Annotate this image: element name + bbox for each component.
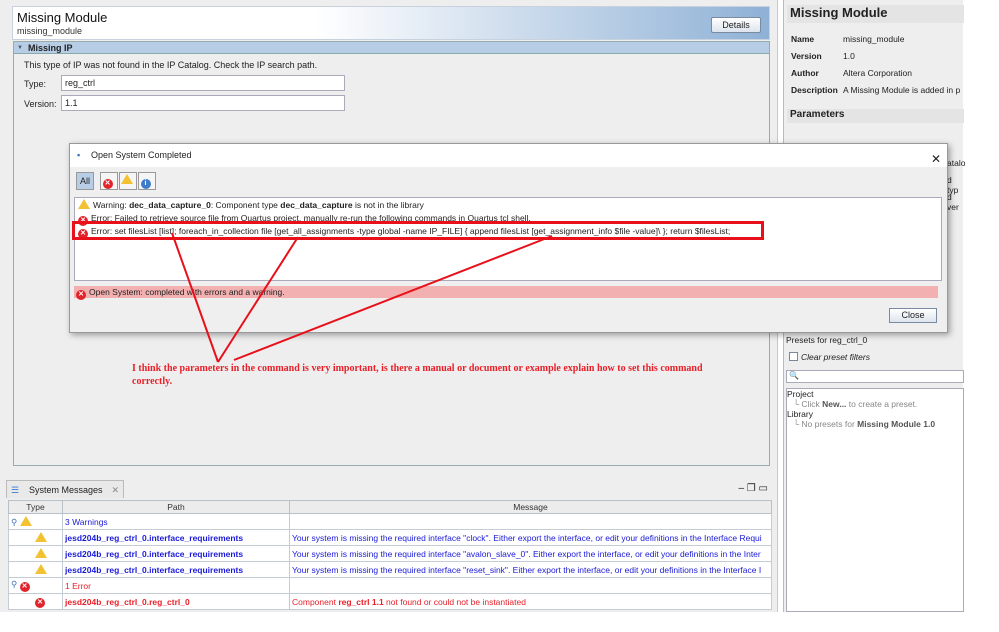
arrow-line [171,232,219,363]
arrow-line [217,236,299,363]
annotation-text: I think the parameters in the command is… [132,363,703,387]
arrow-line [233,235,553,361]
annotation-arrows [171,232,553,363]
